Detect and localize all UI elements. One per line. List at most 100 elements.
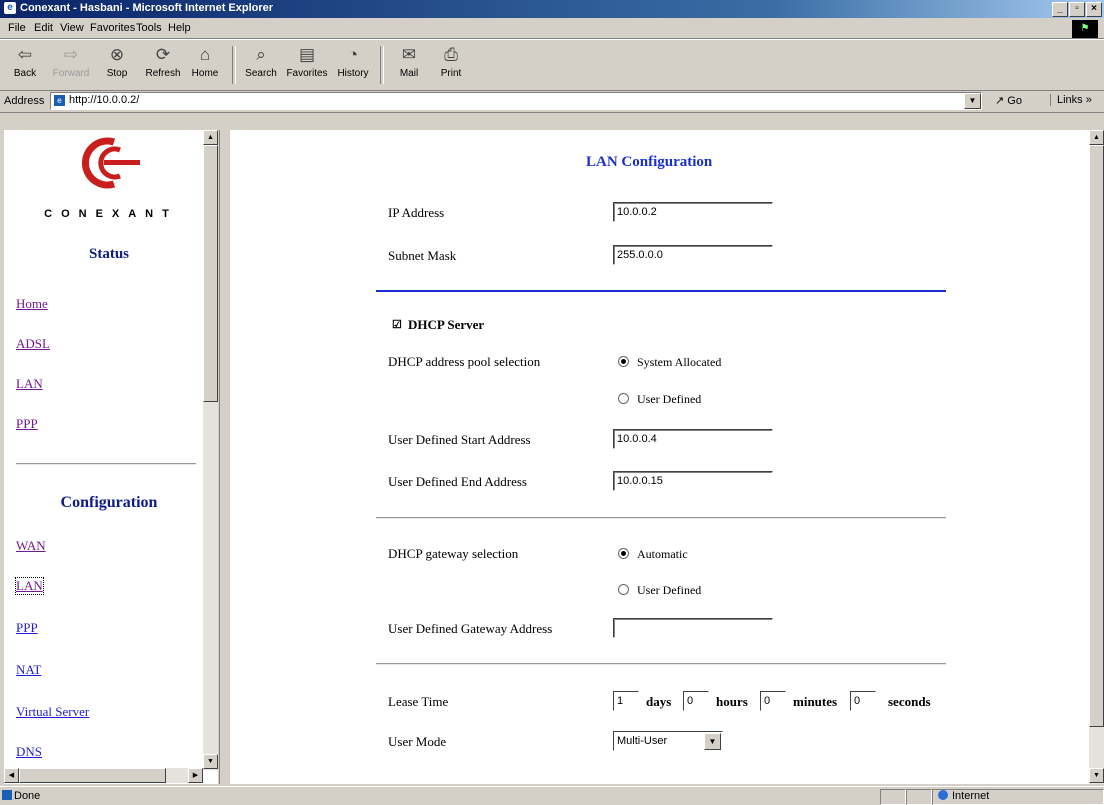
scroll-down-icon[interactable]: ▼ — [1089, 768, 1104, 783]
history-button[interactable]: ◔ History — [330, 44, 376, 79]
print-button[interactable]: ⎙ Print — [428, 44, 474, 79]
h-scroll-thumb[interactable] — [19, 768, 166, 783]
scroll-right-icon[interactable]: ▶ — [188, 768, 203, 783]
nav-vertical-scrollbar[interactable]: ▲ ▼ — [203, 130, 218, 770]
gateway-address-label: User Defined Gateway Address — [388, 621, 553, 636]
menu-help[interactable]: Help — [168, 22, 191, 34]
forward-arrow-icon: ⇨ — [63, 45, 79, 64]
close-button[interactable]: × — [1086, 2, 1102, 17]
radio-unselected-icon — [618, 584, 629, 595]
maximize-button[interactable]: ▫ — [1069, 2, 1085, 17]
gateway-selection-label: DHCP gateway selection — [388, 546, 519, 561]
menu-view[interactable]: View — [60, 22, 84, 34]
scroll-left-icon[interactable]: ◀ — [4, 768, 19, 783]
nav-config-lan[interactable]: LAN — [15, 577, 44, 595]
end-address-label: User Defined End Address — [388, 474, 527, 489]
stop-button[interactable]: ⊗ Stop — [94, 44, 140, 79]
scroll-up-icon[interactable]: ▲ — [1089, 130, 1104, 145]
subnet-mask-input[interactable]: 255.0.0.0 — [613, 245, 773, 265]
favorites-button[interactable]: ▤ Favorites — [284, 44, 330, 79]
menu-edit[interactable]: Edit — [34, 22, 53, 34]
section-divider-blue — [376, 290, 946, 292]
menu-file[interactable]: File — [8, 22, 26, 34]
chevron-down-icon[interactable]: ▼ — [704, 733, 721, 750]
scroll-thumb[interactable] — [1089, 145, 1104, 727]
page-icon: e — [54, 95, 65, 106]
refresh-icon: ⟳ — [155, 45, 171, 64]
configuration-heading: Configuration — [60, 494, 158, 511]
seconds-label: seconds — [888, 694, 931, 709]
address-dropdown-icon[interactable]: ▼ — [964, 93, 981, 109]
main-frame: LAN Configuration IP Address 10.0.0.2 Su… — [230, 130, 1092, 784]
menu-favorites[interactable]: Favorites — [90, 22, 135, 34]
lease-minutes-input[interactable]: 0 — [760, 691, 786, 711]
status-pane — [906, 789, 932, 805]
address-label: Address — [4, 95, 45, 107]
mail-icon: ✉ — [401, 45, 417, 64]
nav-status-lan[interactable]: LAN — [16, 376, 43, 392]
user-mode-value: Multi-User — [617, 735, 668, 747]
scroll-down-icon[interactable]: ▼ — [203, 754, 218, 769]
user-mode-select[interactable]: Multi-User ▼ — [613, 731, 723, 751]
minimize-button[interactable]: _ — [1052, 2, 1068, 17]
lease-days-input[interactable]: 1 — [613, 691, 639, 711]
scroll-thumb[interactable] — [203, 145, 218, 402]
lease-seconds-input[interactable]: 0 — [850, 691, 876, 711]
stop-icon: ⊗ — [109, 45, 125, 64]
print-icon: ⎙ — [444, 45, 458, 64]
nav-status-ppp[interactable]: PPP — [16, 416, 38, 432]
scroll-up-icon[interactable]: ▲ — [203, 130, 218, 145]
address-bar: Address e http://10.0.0.2/ ▼ ↗ Go Links … — [0, 90, 1104, 113]
refresh-button[interactable]: ⟳ Refresh — [140, 44, 186, 79]
pool-selection-label: DHCP address pool selection — [388, 354, 541, 369]
ip-address-input[interactable]: 10.0.0.2 — [613, 202, 773, 222]
toolbar-separator — [380, 46, 384, 84]
nav-status-home[interactable]: Home — [16, 296, 48, 312]
back-button[interactable]: ⇦ Back — [2, 44, 48, 79]
go-button[interactable]: ↗ Go — [995, 94, 1022, 107]
navigation-frame: CONEXANT Status Home ADSL LAN PPP Config… — [4, 130, 218, 784]
pool-user-defined-radio[interactable]: User Defined — [618, 392, 701, 407]
sidebar-divider — [16, 463, 196, 465]
lease-time-label: Lease Time — [388, 694, 449, 709]
section-divider — [376, 517, 946, 519]
days-label: days — [646, 694, 672, 709]
radio-selected-icon — [618, 356, 629, 367]
ip-address-label: IP Address — [388, 205, 445, 220]
status-pane — [880, 789, 906, 805]
gateway-address-input[interactable] — [613, 618, 773, 638]
section-divider — [376, 663, 946, 665]
dhcp-server-checkbox[interactable]: ☑ — [392, 318, 402, 331]
windows-logo-icon: ⚑ — [1072, 20, 1098, 38]
nav-config-nat[interactable]: NAT — [16, 662, 41, 678]
menu-tools[interactable]: Tools — [136, 22, 162, 34]
page-title: LAN Configuration — [586, 154, 713, 170]
main-vertical-scrollbar[interactable]: ▲ ▼ — [1089, 130, 1104, 784]
hours-label: hours — [716, 694, 748, 709]
nav-status-adsl[interactable]: ADSL — [16, 336, 50, 352]
nav-config-virtual-server[interactable]: Virtual Server — [16, 704, 89, 720]
gateway-automatic-radio[interactable]: Automatic — [618, 547, 688, 562]
home-button[interactable]: ⌂ Home — [182, 44, 228, 79]
address-input[interactable]: e http://10.0.0.2/ ▼ — [50, 92, 982, 110]
radio-selected-icon — [618, 548, 629, 559]
search-button[interactable]: ⌕ Search — [238, 44, 284, 79]
lease-hours-input[interactable]: 0 — [683, 691, 709, 711]
links-button[interactable]: Links » — [1050, 94, 1092, 106]
subnet-mask-label: Subnet Mask — [388, 248, 457, 263]
forward-button[interactable]: ⇨ Forward — [48, 44, 94, 79]
gateway-user-defined-radio[interactable]: User Defined — [618, 583, 701, 598]
mail-button[interactable]: ✉ Mail — [386, 44, 432, 79]
start-address-input[interactable]: 10.0.0.4 — [613, 429, 773, 449]
toolbar-separator — [232, 46, 236, 84]
nav-config-dns[interactable]: DNS — [16, 744, 42, 760]
end-address-input[interactable]: 10.0.0.15 — [613, 471, 773, 491]
nav-config-ppp[interactable]: PPP — [16, 620, 38, 636]
nav-horizontal-scrollbar[interactable]: ◀ ▶ — [4, 768, 203, 783]
favorites-icon: ▤ — [298, 45, 316, 64]
pool-system-allocated-radio[interactable]: System Allocated — [618, 355, 721, 370]
status-text: Done — [14, 790, 41, 802]
start-address-label: User Defined Start Address — [388, 432, 531, 447]
status-bar: Done Internet — [0, 786, 1104, 805]
nav-config-wan[interactable]: WAN — [16, 538, 46, 554]
